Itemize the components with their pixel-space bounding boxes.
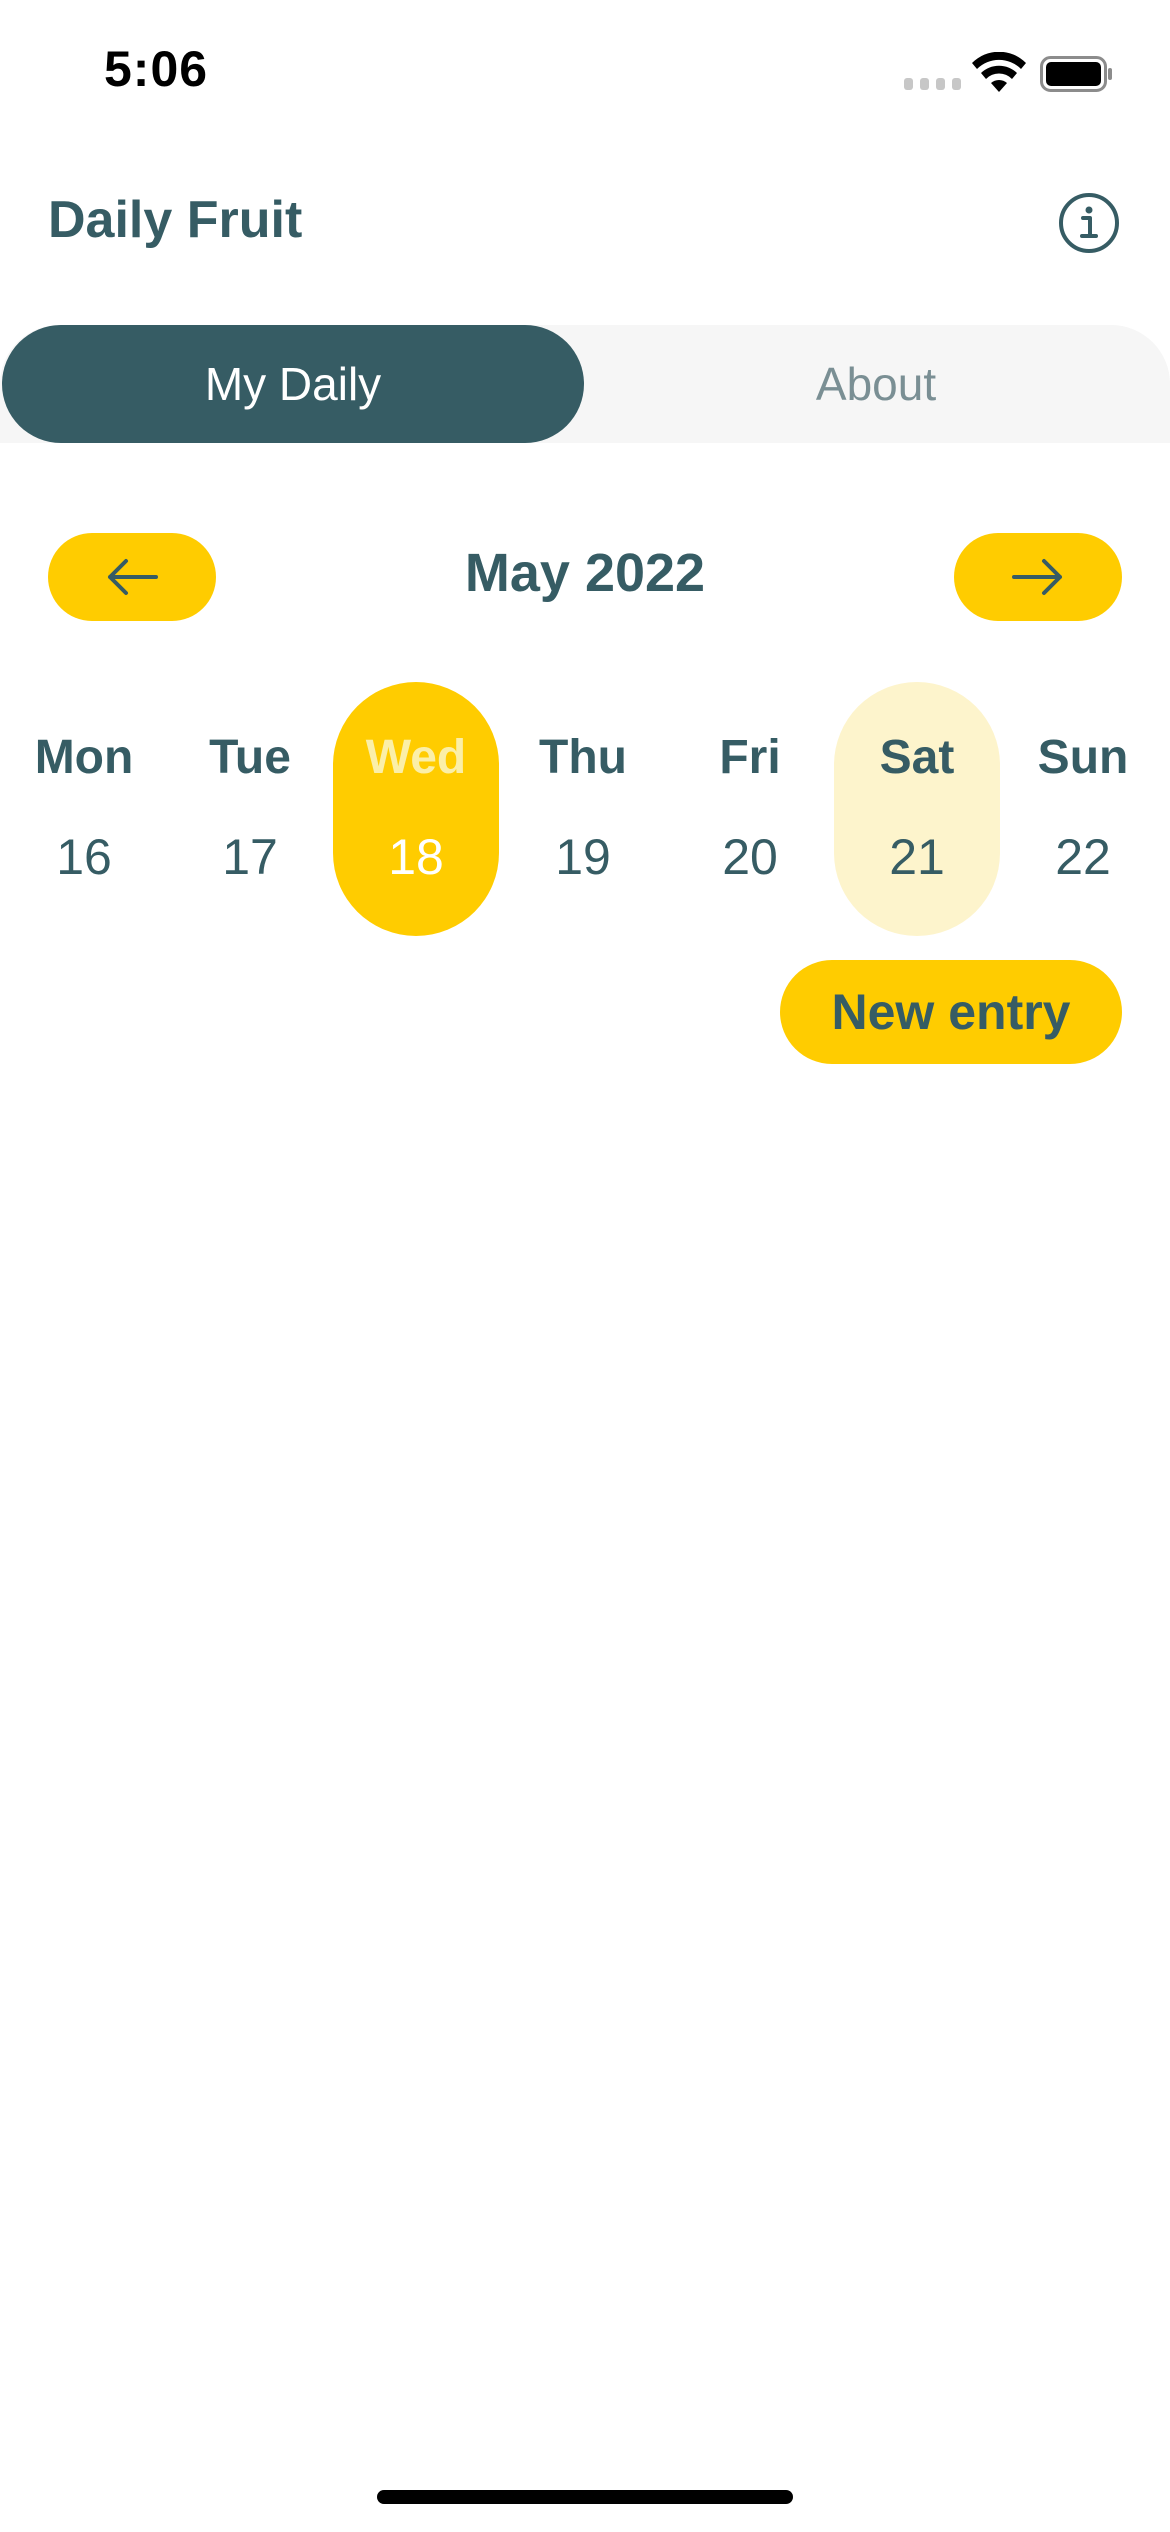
next-week-button[interactable]	[954, 533, 1122, 621]
day-name: Tue	[209, 731, 291, 784]
day-name: Mon	[34, 731, 134, 784]
day-fri[interactable]: Fri 20	[667, 682, 833, 936]
day-number: 17	[222, 829, 278, 885]
status-time: 5:06	[104, 41, 209, 97]
month-label: May 2022	[464, 543, 706, 603]
app-title: Daily Fruit	[48, 191, 303, 249]
day-name: Sat	[879, 731, 955, 784]
previous-week-button[interactable]	[48, 533, 216, 621]
day-sun[interactable]: Sun 22	[1000, 682, 1166, 936]
day-number: 20	[722, 829, 778, 885]
day-sat-today[interactable]: Sat 21	[834, 682, 1000, 936]
arrow-right-icon	[1012, 559, 1062, 595]
tab-my-daily[interactable]: My Daily	[2, 325, 584, 443]
day-number: 19	[555, 829, 611, 885]
wifi-icon	[972, 52, 1026, 92]
segmented-control: My Daily About	[0, 325, 1170, 443]
day-tue[interactable]: Tue 17	[167, 682, 333, 936]
tab-about[interactable]: About	[584, 325, 1168, 443]
arrow-left-icon	[108, 559, 158, 595]
battery-icon	[1040, 56, 1112, 92]
day-name: Sun	[1037, 731, 1129, 784]
day-name: Thu	[539, 731, 627, 784]
day-thu[interactable]: Thu 19	[500, 682, 666, 936]
day-mon[interactable]: Mon 16	[1, 682, 167, 936]
day-number: 21	[889, 829, 945, 885]
new-entry-button[interactable]: New entry	[780, 960, 1122, 1064]
home-indicator[interactable]	[377, 2490, 793, 2504]
week-strip: Mon 16 Tue 17 Wed 18 Thu 19 Fri 20 Sat 2…	[0, 682, 1170, 936]
day-number: 18	[388, 829, 444, 885]
day-name: Fri	[719, 731, 781, 784]
day-wed-selected[interactable]: Wed 18	[333, 682, 499, 936]
info-button[interactable]	[1058, 192, 1120, 254]
day-number: 16	[56, 829, 112, 885]
info-icon	[1059, 193, 1119, 253]
day-name: Wed	[365, 731, 467, 784]
day-number: 22	[1055, 829, 1111, 885]
signal-icon	[904, 78, 961, 90]
